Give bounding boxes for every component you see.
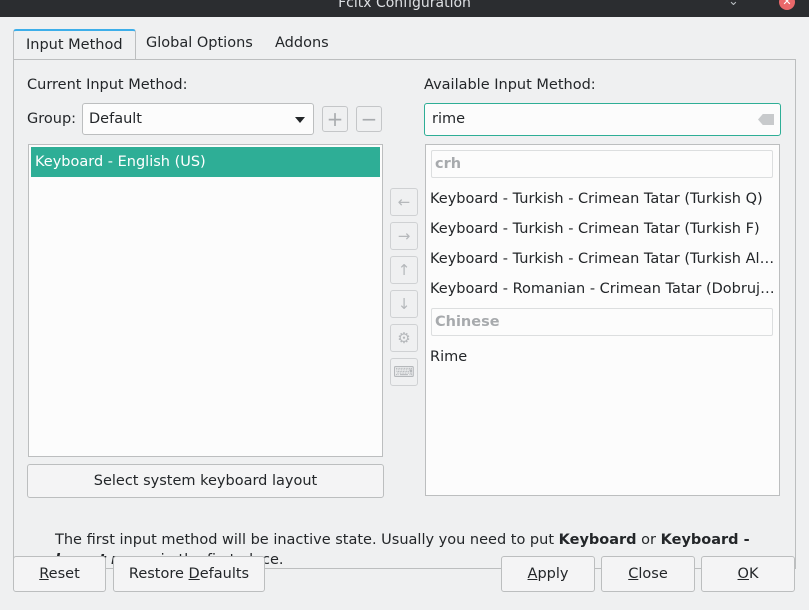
tab-addons[interactable]: Addons xyxy=(263,29,341,59)
gear-icon: ⚙ xyxy=(397,329,411,347)
available-im-list[interactable]: crh Keyboard - Turkish - Crimean Tatar (… xyxy=(425,144,780,496)
info-bold-keyboard-dash: Keyboard - xyxy=(660,532,750,548)
list-item[interactable]: Rime xyxy=(430,344,775,370)
title-bar: Fcitx Configuration ⌄ ⌃ ✕ xyxy=(0,0,809,17)
minimize-icon[interactable]: ⌄ xyxy=(728,0,739,9)
move-up-button[interactable]: ↑ xyxy=(390,256,418,284)
apply-label: pply xyxy=(537,566,569,582)
search-input[interactable]: rime xyxy=(424,103,781,136)
group-header-crh: crh xyxy=(431,150,773,178)
apply-button[interactable]: Apply xyxy=(501,556,595,592)
restore-defaults-button[interactable]: Restore Defaults xyxy=(113,556,265,592)
ok-mnemonic: O xyxy=(737,566,749,582)
search-input-value: rime xyxy=(432,111,466,127)
current-heading: Current Input Method: xyxy=(27,77,188,93)
move-right-button[interactable]: → xyxy=(390,222,418,250)
remove-group-button[interactable]: − xyxy=(356,106,382,132)
configure-button[interactable]: ⚙ xyxy=(390,324,418,352)
restore-mnemonic: D xyxy=(188,566,200,582)
info-bold-keyboard: Keyboard xyxy=(558,532,637,548)
group-label: Group: xyxy=(27,111,77,127)
apply-mnemonic: A xyxy=(527,566,538,582)
info-text-part: The first input method will be inactive … xyxy=(55,532,559,548)
available-heading: Available Input Method: xyxy=(424,77,596,93)
list-item[interactable]: Keyboard - Turkish - Crimean Tatar (Turk… xyxy=(430,186,775,212)
current-im-list[interactable]: Keyboard - English (US) xyxy=(28,144,383,457)
close-label: lose xyxy=(638,566,668,582)
restore-label-rest: efaults xyxy=(199,566,250,582)
arrow-left-icon: ← xyxy=(397,193,411,211)
restore-label: Restore xyxy=(128,566,189,582)
chevron-down-icon xyxy=(295,117,305,123)
group-header-chinese: Chinese xyxy=(431,308,773,336)
select-layout-button[interactable]: Select system keyboard layout xyxy=(27,464,384,498)
tab-global-options[interactable]: Global Options xyxy=(134,29,265,59)
clear-icon[interactable] xyxy=(758,114,774,125)
maximize-icon[interactable]: ⌃ xyxy=(755,0,766,9)
keyboard-icon: ⌨ xyxy=(393,363,415,381)
info-text-part: or xyxy=(636,532,661,548)
reset-button[interactable]: Reset xyxy=(13,556,106,592)
list-item[interactable]: Keyboard - Turkish - Crimean Tatar (Turk… xyxy=(430,216,775,242)
input-method-panel: Current Input Method: Group: Default + −… xyxy=(13,59,796,569)
group-combo[interactable]: Default xyxy=(82,103,314,135)
reset-label: eset xyxy=(48,566,80,582)
ok-button[interactable]: OK xyxy=(701,556,795,592)
config-window: Input Method Global Options Addons Curre… xyxy=(0,17,809,610)
move-left-button[interactable]: ← xyxy=(390,188,418,216)
minus-icon: − xyxy=(360,107,378,131)
arrow-down-icon: ↓ xyxy=(397,295,411,313)
plus-icon: + xyxy=(326,107,344,131)
add-group-button[interactable]: + xyxy=(322,106,348,132)
window-title: Fcitx Configuration xyxy=(338,0,471,11)
tab-input-method[interactable]: Input Method xyxy=(13,29,136,61)
list-item[interactable]: Keyboard - Romanian - Crimean Tatar (Dob… xyxy=(430,276,775,302)
ok-label: K xyxy=(748,566,759,582)
list-item[interactable]: Keyboard - Turkish - Crimean Tatar (Turk… xyxy=(430,246,775,272)
group-combo-value: Default xyxy=(89,111,142,127)
close-button[interactable]: Close xyxy=(601,556,695,592)
current-im-item[interactable]: Keyboard - English (US) xyxy=(31,147,380,177)
move-down-button[interactable]: ↓ xyxy=(390,290,418,318)
arrow-up-icon: ↑ xyxy=(397,261,411,279)
close-mnemonic: C xyxy=(628,566,639,582)
layout-button[interactable]: ⌨ xyxy=(390,358,418,386)
arrow-right-icon: → xyxy=(397,227,411,245)
reset-mnemonic: R xyxy=(39,566,49,582)
